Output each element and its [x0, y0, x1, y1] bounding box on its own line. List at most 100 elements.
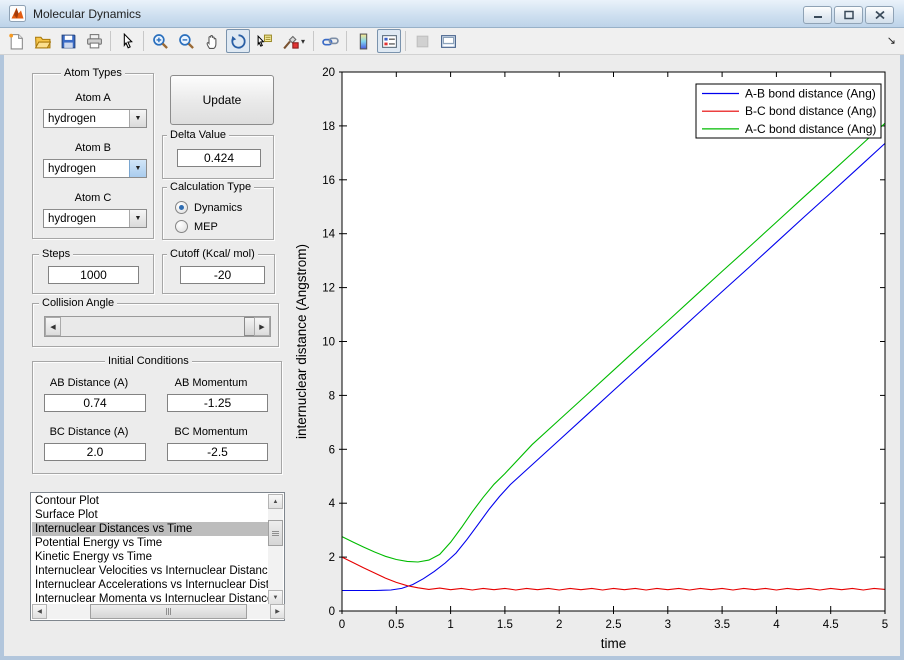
brush-data-dropdown-caret[interactable]: ▾	[301, 37, 310, 46]
y-tick-label: 6	[329, 444, 335, 456]
toolbar-separator	[143, 31, 144, 51]
print-figure-icon	[86, 33, 102, 48]
axes-background	[342, 72, 885, 611]
new-figure-button[interactable]	[4, 29, 28, 53]
atom-a-value: hydrogen	[48, 113, 96, 125]
save-figure-icon	[61, 34, 75, 48]
show-plot-tools-button[interactable]	[436, 29, 460, 53]
atom-c-dropdown[interactable]: hydrogen ▼	[43, 209, 147, 228]
insert-legend-icon	[381, 34, 397, 48]
atom-c-value: hydrogen	[48, 213, 96, 225]
pan-button[interactable]	[200, 29, 224, 53]
update-button[interactable]: Update	[170, 75, 274, 125]
panel-title: Initial Conditions	[105, 355, 192, 367]
data-cursor-icon	[257, 34, 272, 47]
close-button[interactable]	[865, 6, 894, 24]
scroll-down-icon[interactable]: ▼	[268, 590, 283, 605]
chevron-down-icon[interactable]: ▼	[129, 160, 146, 177]
dock-figure-icon[interactable]: ↘	[887, 34, 896, 47]
slider-right-arrow-icon[interactable]: ▶	[254, 317, 270, 336]
list-item[interactable]: Internuclear Accelerations vs Internucle…	[32, 578, 268, 592]
maximize-button[interactable]	[834, 6, 863, 24]
toolbar-separator	[110, 31, 111, 51]
rotate-3d-button[interactable]	[226, 29, 250, 53]
minimize-button[interactable]	[803, 6, 832, 24]
legend-label: A-C bond distance (Ang)	[745, 122, 876, 136]
insert-colorbar-button[interactable]	[351, 29, 375, 53]
list-item[interactable]: Surface Plot	[32, 508, 268, 522]
plot-area[interactable]: 0 0.5 1 1.5 2 2.5 3 3.5 4 4.5 5 0 2 4 6 8 10 12 14 16 18 20 ti…	[290, 55, 900, 656]
delta-value-field[interactable]: 0.424	[177, 149, 261, 167]
rotate-3d-icon	[230, 33, 246, 49]
vertical-scrollbar[interactable]: ▲ ▼	[268, 494, 283, 605]
title-bar[interactable]: Molecular Dynamics	[0, 0, 904, 28]
slider-left-arrow-icon[interactable]: ◀	[45, 317, 61, 336]
initial-conditions-panel: Initial Conditions AB Distance (A) AB Mo…	[32, 355, 282, 474]
plot-type-listbox[interactable]: Contour Plot Surface Plot Internuclear Dis…	[30, 492, 285, 621]
scroll-right-icon[interactable]: ▶	[270, 604, 285, 619]
y-tick-label: 12	[322, 283, 335, 295]
panel-title: Delta Value	[167, 129, 230, 141]
bc-distance-field[interactable]: 2.0	[44, 443, 146, 461]
legend-label: A-B bond distance (Ang)	[745, 87, 876, 101]
horizontal-scroll-thumb[interactable]	[90, 604, 247, 619]
x-tick-label: 4	[773, 619, 780, 631]
atom-a-dropdown[interactable]: hydrogen ▼	[43, 109, 147, 128]
scroll-up-icon[interactable]: ▲	[268, 494, 283, 509]
open-file-icon	[34, 36, 51, 48]
edit-cursor-icon	[123, 32, 133, 48]
print-figure-button[interactable]	[82, 29, 106, 53]
toolbar-separator	[313, 31, 314, 51]
bc-momentum-field[interactable]: -2.5	[167, 443, 268, 461]
zoom-in-button[interactable]	[148, 29, 172, 53]
x-tick-label: 0.5	[388, 619, 404, 631]
insert-legend-button[interactable]	[377, 29, 401, 53]
y-tick-label: 8	[329, 390, 335, 402]
atom-b-dropdown[interactable]: hydrogen ▼	[43, 159, 147, 178]
pan-icon	[206, 34, 216, 49]
dynamics-radio-label: Dynamics	[194, 202, 243, 214]
ab-momentum-field[interactable]: -1.25	[167, 394, 268, 412]
open-file-button[interactable]	[30, 29, 54, 53]
chevron-down-icon[interactable]: ▼	[129, 110, 146, 127]
list-item[interactable]: Kinetic Energy vs Time	[32, 550, 268, 564]
brush-data-button[interactable]	[278, 29, 302, 53]
scroll-left-icon[interactable]: ◀	[32, 604, 47, 619]
link-plot-icon	[321, 36, 339, 46]
brush-data-icon	[282, 35, 299, 49]
y-tick-label: 20	[322, 67, 335, 79]
application-window: Molecular Dynamics ▾ ↘ Atom Types Atom A…	[0, 0, 904, 660]
chevron-down-icon[interactable]: ▼	[129, 210, 146, 227]
vertical-scroll-thumb[interactable]	[268, 520, 283, 546]
list-item[interactable]: Internuclear Distances vs Time	[32, 522, 268, 536]
axes-svg: 0 0.5 1 1.5 2 2.5 3 3.5 4 4.5 5 0 2 4 6 8 10 12 14 16 18 20 ti…	[294, 67, 888, 651]
list-item[interactable]: Internuclear Velocities vs Internuclear …	[32, 564, 268, 578]
toolbar-separator	[405, 31, 406, 51]
y-tick-label: 14	[322, 229, 335, 241]
save-figure-button[interactable]	[56, 29, 80, 53]
mep-radio[interactable]	[175, 220, 188, 233]
atom-a-label: Atom A	[75, 92, 111, 104]
cutoff-panel: Cutoff (Kcal/ mol) -20	[162, 248, 275, 294]
y-tick-label: 4	[329, 498, 336, 510]
panel-title: Cutoff (Kcal/ mol)	[167, 248, 258, 260]
zoom-in-icon	[152, 33, 168, 49]
horizontal-scrollbar[interactable]: ◀ ▶	[32, 604, 285, 619]
figure-client-area: Atom Types Atom A hydrogen ▼ Atom B hydr…	[4, 55, 900, 656]
zoom-out-button[interactable]	[174, 29, 198, 53]
edit-cursor-button[interactable]	[115, 29, 139, 53]
collision-angle-slider[interactable]: ◀ ▶	[44, 316, 271, 337]
steps-field[interactable]: 1000	[48, 266, 139, 284]
link-plot-button[interactable]	[318, 29, 342, 53]
show-plot-tools-icon	[440, 34, 456, 48]
panel-title: Atom Types	[61, 67, 125, 79]
calculation-type-panel: Calculation Type Dynamics MEP	[162, 181, 274, 240]
cutoff-field[interactable]: -20	[180, 266, 265, 284]
list-item[interactable]: Potential Energy vs Time	[32, 536, 268, 550]
legend[interactable]: A-B bond distance (Ang) B-C bond distance…	[695, 83, 882, 139]
dynamics-radio[interactable]	[175, 201, 188, 214]
list-item[interactable]: Contour Plot	[32, 494, 268, 508]
data-cursor-button[interactable]	[252, 29, 276, 53]
ab-distance-field[interactable]: 0.74	[44, 394, 146, 412]
x-tick-label: 0	[339, 619, 345, 631]
